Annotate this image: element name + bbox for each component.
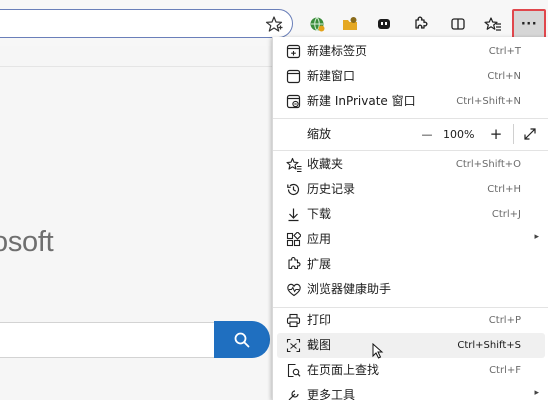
download-icon [285,206,302,223]
apps-grid-icon [285,231,302,248]
menu-item-shortcut: Ctrl+Shift+N [456,96,521,107]
menu-item-shortcut: Ctrl+J [491,209,521,220]
zoom-level: 100% [443,128,475,141]
fullscreen-button[interactable] [520,125,540,143]
menu-item-screenshot[interactable]: 截图 Ctrl+Shift+S [277,333,545,358]
menu-item-favorites[interactable]: 收藏夹 Ctrl+Shift+O [277,152,545,177]
new-tab-icon [285,43,302,60]
inprivate-window-icon [285,93,302,110]
menu-item-label: 浏览器健康助手 [307,282,392,296]
menu-item-label: 历史记录 [307,182,356,196]
menu-item-label: 新建标签页 [307,44,368,58]
plus-icon: + [489,125,503,143]
menu-item-downloads[interactable]: 下载 Ctrl+J [277,202,545,227]
menu-item-shortcut: Ctrl+F [489,365,521,376]
menu-item-shortcut: Ctrl+P [488,315,521,326]
menu-item-more-tools[interactable]: 更多工具 ▸ [277,383,545,400]
new-window-icon [285,68,302,85]
menu-item-find-on-page[interactable]: 在页面上查找 Ctrl+F [277,358,545,383]
settings-and-more-button[interactable]: ··· [512,9,546,39]
history-icon [285,181,302,198]
search-input[interactable] [0,322,220,358]
menu-item-history[interactable]: 历史记录 Ctrl+H [277,177,545,202]
screenshot-icon [285,337,302,354]
favorites-star-icon [285,156,302,173]
menu-item-label: 新建 InPrivate 窗口 [307,94,416,108]
extension-badge-icon[interactable] [371,12,397,36]
zoom-divider [513,124,514,144]
menu-item-extensions[interactable]: 扩展 [277,252,545,277]
menu-item-label: 扩展 [307,257,332,271]
favorites-icon[interactable] [480,12,506,36]
menu-item-new-tab[interactable]: 新建标签页 Ctrl+T [277,39,545,64]
menu-item-label: 新建窗口 [307,69,356,83]
menu-item-shortcut: Ctrl+Shift+S [457,340,521,351]
fullscreen-icon [524,128,536,140]
menu-item-label: 打印 [307,313,332,327]
search-icon [234,332,250,347]
menu-item-apps[interactable]: 应用 ▸ [277,227,545,252]
submenu-arrow-icon: ▸ [534,232,539,242]
menu-item-shortcut: Ctrl+H [487,184,521,195]
menu-item-shortcut: Ctrl+N [487,71,521,82]
search-button[interactable] [214,321,270,358]
menu-item-shortcut: Ctrl+T [488,46,521,57]
zoom-out-button[interactable]: — [416,125,438,143]
brand-logo-text: osoft [0,226,54,258]
extensions-puzzle-icon [285,256,302,273]
settings-and-more-menu: 新建标签页 Ctrl+T 新建窗口 Ctrl+N 新建 InPrivate 窗口… [272,37,548,400]
split-screen-icon[interactable] [445,12,471,36]
zoom-in-button[interactable]: + [485,125,507,143]
menu-item-shortcut: Ctrl+Shift+O [455,159,521,170]
menu-item-label: 截图 [307,338,332,352]
menu-item-new-inprivate-window[interactable]: 新建 InPrivate 窗口 Ctrl+Shift+N [277,89,545,114]
menu-item-label: 收藏夹 [307,157,344,171]
address-bar[interactable] [0,9,293,38]
menu-item-label: 应用 [307,232,332,246]
menu-item-zoom: 缩放 — 100% + [277,119,545,149]
more-ellipsis-icon: ··· [520,16,538,32]
add-favorite-star-icon[interactable] [265,15,283,33]
menu-item-label: 更多工具 [307,388,356,400]
menu-item-label: 在页面上查找 [307,363,380,377]
menu-item-browser-essentials[interactable]: 浏览器健康助手 [277,277,545,302]
more-tools-icon [285,387,302,400]
extension-folder-icon[interactable] [337,12,363,36]
mouse-cursor-icon [372,342,384,359]
menu-separator [273,150,548,151]
page-divider [0,66,300,67]
extensions-puzzle-icon[interactable] [407,12,433,36]
menu-item-label: 下载 [307,207,332,221]
menu-item-print[interactable]: 打印 Ctrl+P [277,308,545,333]
extension-globe-icon[interactable] [304,12,330,36]
find-on-page-icon [285,362,302,379]
menu-item-new-window[interactable]: 新建窗口 Ctrl+N [277,64,545,89]
zoom-label: 缩放 [307,127,332,141]
minus-icon: — [421,127,433,141]
submenu-arrow-icon: ▸ [534,388,539,398]
print-icon [285,312,302,329]
heart-pulse-icon [285,281,302,298]
